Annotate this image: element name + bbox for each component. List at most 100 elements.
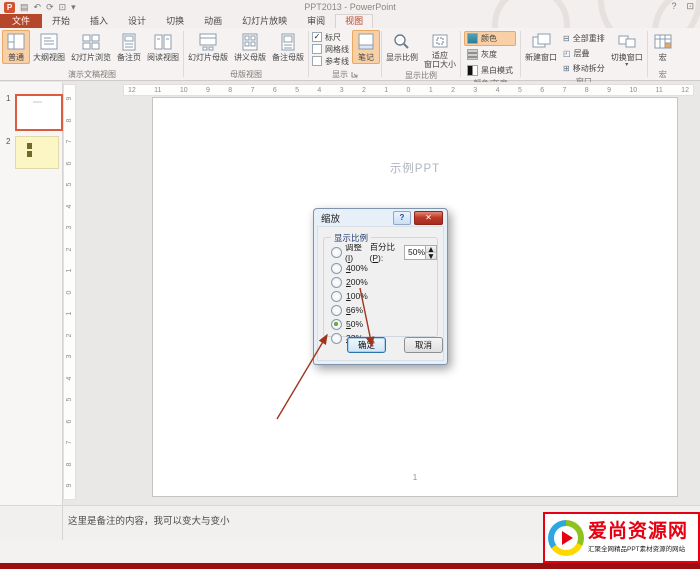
handout-master-button[interactable]: 讲义母版	[231, 30, 269, 64]
thumbnail-title-placeholder	[33, 101, 42, 103]
fit-option-radio[interactable]	[331, 247, 342, 258]
notes-page-icon	[118, 32, 140, 52]
slide-thumbnail-panel: 1 2	[0, 82, 63, 505]
zoom-option-50-radio[interactable]	[331, 319, 342, 330]
window-header: P ▤ ↶ ⟳ ⊡ ▾ PPT2013 - PowerPoint ? ⊡ 文件 …	[0, 0, 700, 28]
ruler-number: 7	[251, 87, 255, 94]
zoom-option-200-radio[interactable]	[331, 277, 342, 288]
macros-button[interactable]: 宏	[649, 30, 677, 64]
zoom-option-66-radio[interactable]	[331, 305, 342, 316]
reading-view-icon	[152, 32, 174, 52]
notes-page-button[interactable]: 备注页	[114, 30, 144, 64]
black-white-button[interactable]: 黑白模式	[464, 63, 516, 78]
slide-page-number: 1	[153, 473, 677, 482]
show-options: ✓标尺网格线参考线	[310, 30, 352, 66]
slide-1-thumbnail[interactable]	[15, 94, 63, 131]
notes-button[interactable]: 笔记	[352, 30, 380, 64]
dialog-buttons: 确定 取消	[318, 337, 443, 354]
grayscale-button[interactable]: 灰度	[464, 47, 516, 62]
notes-master-button[interactable]: 备注母版	[269, 30, 307, 64]
zoom-option-200[interactable]: 200%	[331, 276, 437, 288]
tab-insert[interactable]: 插入	[80, 14, 118, 28]
vertical-ruler: 9876543210123456789	[63, 84, 76, 500]
ruler-number: 1	[384, 87, 388, 94]
normal-view-button[interactable]: 普通	[2, 30, 30, 64]
slide-master-button[interactable]: 幻灯片母版	[185, 30, 231, 64]
ruler-number: 9	[66, 93, 73, 104]
play-button-logo-icon	[548, 520, 584, 556]
tab-view[interactable]: 视图	[335, 14, 373, 28]
zoom-button[interactable]: 显示比例	[383, 30, 421, 64]
guides-checkbox-box[interactable]	[312, 56, 322, 66]
ok-button[interactable]: 确定	[347, 337, 386, 353]
tab-transitions[interactable]: 切换	[156, 14, 194, 28]
gridlines-checkbox-box[interactable]	[312, 44, 322, 54]
tab-review[interactable]: 审阅	[297, 14, 335, 28]
percent-spinner[interactable]: 50% ▲ ▼	[404, 245, 437, 260]
zoom-option-100-label: 100%	[346, 291, 368, 301]
tab-animations[interactable]: 动画	[194, 14, 232, 28]
window-small-items: ⊟全部重排◰层叠⊞移动拆分	[560, 30, 608, 76]
help-icon[interactable]: ?	[671, 1, 676, 12]
move-split-button[interactable]: ⊞移动拆分	[560, 61, 608, 76]
zoom-dialog-titlebar[interactable]: 缩放 ? ✕	[314, 209, 447, 226]
dialog-close-button[interactable]: ✕	[414, 211, 443, 225]
workspace: 1 2 9876543210123456789 1211109876543210…	[0, 82, 700, 505]
guides-checkbox[interactable]: 参考线	[312, 56, 349, 66]
fit-option-label: 调整(I)	[345, 241, 364, 263]
ribbon-group-master-views: 幻灯片母版 讲义母版 备注母版 母版视图	[184, 28, 308, 80]
zoom-option-400[interactable]: 400%	[331, 262, 437, 274]
cascade-button[interactable]: ◰层叠	[560, 46, 608, 61]
zoom-option-200-label: 200%	[346, 277, 368, 287]
tab-file[interactable]: 文件	[0, 14, 42, 28]
tab-design[interactable]: 设计	[118, 14, 156, 28]
outline-view-button[interactable]: 大纲视图	[30, 30, 68, 64]
ruler-number: 8	[66, 459, 73, 470]
notes-icon	[355, 32, 377, 52]
zoom-group-label: 显示比例	[331, 232, 371, 244]
ruler-number: 11	[656, 87, 663, 94]
arrange-all-icon: ⊟	[563, 34, 570, 43]
ruler-checkbox-box[interactable]: ✓	[312, 32, 322, 42]
slide-2-thumbnail[interactable]	[15, 136, 59, 169]
dialog-launcher-icon[interactable]	[351, 71, 358, 78]
zoom-option-100-radio[interactable]	[331, 291, 342, 302]
zoom-option-66-label: 66%	[346, 305, 363, 315]
ruler-number: 4	[66, 201, 73, 212]
zoom-option-50[interactable]: 50%	[331, 318, 437, 330]
percent-label: 百分比(P):	[369, 241, 400, 263]
fit-to-window-button[interactable]: 适应窗口大小	[421, 30, 459, 70]
switch-windows-button[interactable]: 切换窗口 ▾	[608, 30, 646, 69]
slide-title-text[interactable]: 示例PPT	[153, 160, 677, 176]
ribbon: 普通 大纲视图 幻灯片浏览	[0, 28, 700, 81]
notes-text[interactable]: 这里是备注的内容，我可以变大与变小	[68, 513, 230, 527]
zoom-option-400-radio[interactable]	[331, 263, 342, 274]
zoom-option-66[interactable]: 66%	[331, 304, 437, 316]
percent-value[interactable]: 50%	[405, 246, 425, 259]
reading-view-button[interactable]: 阅读视图	[144, 30, 182, 64]
gridlines-checkbox[interactable]: 网格线	[312, 44, 349, 54]
ruler-checkbox[interactable]: ✓标尺	[312, 32, 349, 42]
tab-home[interactable]: 开始	[42, 14, 80, 28]
cancel-button[interactable]: 取消	[404, 337, 443, 353]
color-icon	[467, 33, 478, 44]
zoom-option-100[interactable]: 100%	[331, 290, 437, 302]
dialog-help-button[interactable]: ?	[393, 211, 411, 225]
tab-slideshow[interactable]: 幻灯片放映	[232, 14, 297, 28]
dropdown-arrow-icon: ▾	[625, 63, 628, 68]
slide-sorter-button[interactable]: 幻灯片浏览	[68, 30, 114, 64]
ribbon-display-options-icon[interactable]: ⊡	[686, 1, 694, 12]
handout-master-icon	[239, 32, 261, 52]
new-window-button[interactable]: 新建窗口	[522, 30, 560, 64]
ruler-number: 5	[518, 87, 522, 94]
spinner-down-icon[interactable]: ▼	[426, 252, 436, 259]
group-label-show: 显示	[310, 68, 380, 80]
button-label: 新建窗口	[525, 52, 557, 63]
gridlines-checkbox-label: 网格线	[325, 44, 349, 55]
zoom-dialog-body: 显示比例 调整(I) 百分比(P): 50% ▲ ▼ 40	[317, 226, 444, 361]
button-label: 幻灯片浏览	[71, 52, 111, 63]
color-button[interactable]: 颜色	[464, 31, 516, 46]
group-label-macros: 宏	[649, 68, 677, 80]
arrange-all-button[interactable]: ⊟全部重排	[560, 31, 608, 46]
ruler-number: 12	[681, 87, 689, 94]
